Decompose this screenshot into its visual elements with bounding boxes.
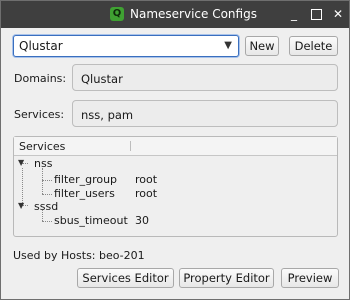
services-editor-button[interactable]: Services Editor [77,268,174,288]
tree-row-name: sssd [34,200,59,213]
title-bar[interactable]: Q Nameservice Configs _ ✕ [1,1,349,28]
used-by-hosts-label: Used by Hosts: beo-201 [13,249,145,262]
tree-row-name: nss [34,157,53,170]
preview-button[interactable]: Preview [281,268,339,288]
domains-value: Qlustar [81,72,123,86]
tree-row[interactable]: ▼ nss [14,157,337,171]
expand-caret-icon[interactable]: ▼ [18,158,24,167]
new-button[interactable]: New [245,36,279,56]
tree-row-value: root [135,173,158,186]
tree-header-services: Services [19,140,66,153]
services-tree[interactable]: Services ▼ nss filter_group root filter_… [13,136,338,237]
tree-row[interactable]: ▼ sssd [14,200,337,214]
services-value: nss, pam [81,108,134,122]
window-title: Nameservice Configs [130,7,257,21]
tree-row[interactable]: filter_users root [14,187,337,201]
tree-header[interactable]: Services [14,137,337,156]
tree-row-name: filter_group [54,173,118,186]
close-button[interactable]: ✕ [330,6,346,22]
domains-label: Domains: [14,72,67,85]
tree-row-name: sbus_timeout [54,214,128,227]
services-field[interactable]: nss, pam [72,100,338,127]
tree-row[interactable]: filter_group root [14,173,337,187]
property-editor-button[interactable]: Property Editor [179,268,274,288]
tree-row-name: filter_users [54,187,115,200]
tree-row-value: root [135,187,158,200]
header-separator [130,141,131,151]
nameservice-configs-window: Q Nameservice Configs _ ✕ Qlustar ▼ New … [0,0,350,300]
chevron-down-icon: ▼ [224,40,232,51]
tree-row[interactable]: sbus_timeout 30 [14,214,337,228]
maximize-button[interactable] [308,6,324,22]
services-label: Services: [14,108,65,121]
domains-field[interactable]: Qlustar [72,64,338,91]
expand-caret-icon[interactable]: ▼ [18,201,24,210]
minimize-button[interactable]: _ [286,6,302,22]
tree-row-value: 30 [135,214,149,227]
qlustar-app-icon: Q [110,7,124,21]
config-select[interactable]: Qlustar ▼ [13,35,239,57]
delete-button[interactable]: Delete [289,36,338,56]
maximize-icon [311,9,322,20]
config-select-value: Qlustar [19,39,63,53]
